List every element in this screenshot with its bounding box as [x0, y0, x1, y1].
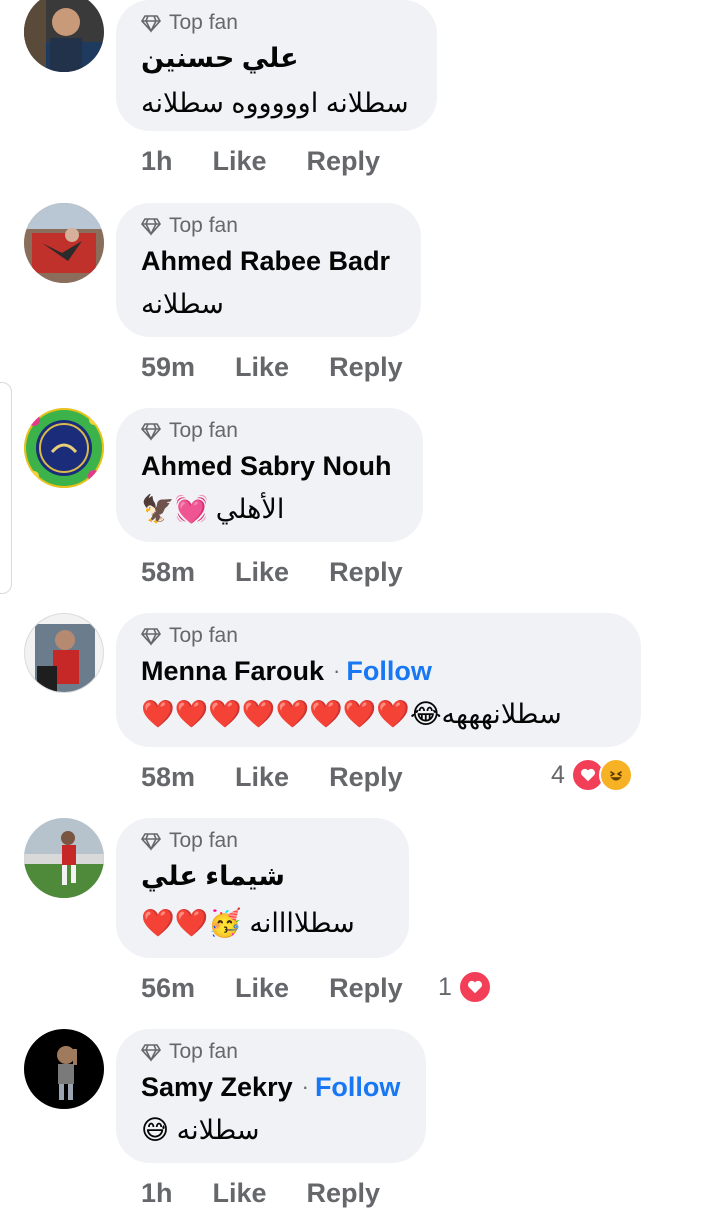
reaction-summary[interactable]: 4	[551, 758, 633, 792]
comment-bubble: Top fan شيماء علي سطلاااانه 🥳❤️❤️	[116, 818, 409, 958]
reply-button[interactable]: Reply	[307, 1178, 381, 1209]
comment-text: سطلانه 😅	[141, 1114, 260, 1145]
follow-button[interactable]: Follow	[346, 656, 431, 687]
commenter-name[interactable]: Menna Farouk	[141, 656, 324, 687]
top-fan-label: Top fan	[169, 419, 238, 442]
comment-bubble: Top fan Samy Zekry · Follow سطلانه 😅	[116, 1029, 426, 1163]
top-fan-label: Top fan	[169, 1040, 238, 1063]
comment-bubble: Top fan Ahmed Rabee Badr سطلانه	[116, 203, 421, 337]
top-fan-badge: Top fan	[141, 213, 395, 239]
love-reaction-icon	[457, 970, 492, 1004]
comment-time: 58m	[141, 761, 196, 792]
like-button[interactable]: Like	[235, 557, 289, 588]
top-fan-label: Top fan	[169, 11, 238, 34]
commenter-name[interactable]: Ahmed Sabry Nouh	[141, 451, 392, 482]
like-button[interactable]: Like	[213, 146, 267, 177]
diamond-icon	[141, 15, 161, 33]
avatar[interactable]	[24, 1029, 104, 1109]
reaction-summary[interactable]: 1	[438, 970, 492, 1004]
comment-text: الأهلي 💓🦅	[141, 494, 285, 524]
top-fan-label: Top fan	[169, 214, 238, 237]
diamond-icon	[141, 423, 161, 441]
reply-button[interactable]: Reply	[329, 352, 403, 383]
top-fan-badge: Top fan	[141, 1039, 400, 1065]
comment-text: سطلانه	[141, 288, 224, 319]
top-fan-badge: Top fan	[141, 10, 411, 36]
diamond-icon	[141, 833, 161, 851]
comment-time: 56m	[141, 972, 196, 1003]
comment-time: 58m	[141, 556, 196, 587]
reaction-count: 4	[551, 760, 565, 789]
side-panel-edge	[0, 382, 12, 594]
comment-text: سطلاااانه 🥳❤️❤️	[141, 908, 355, 938]
follow-button[interactable]: Follow	[315, 1072, 400, 1103]
top-fan-label: Top fan	[169, 624, 238, 647]
top-fan-badge: Top fan	[141, 828, 383, 854]
reply-button[interactable]: Reply	[329, 762, 403, 793]
avatar[interactable]	[24, 408, 104, 488]
comment-time: 1h	[141, 145, 173, 176]
diamond-icon	[141, 628, 161, 646]
avatar[interactable]	[24, 0, 104, 72]
top-fan-badge: Top fan	[141, 623, 615, 649]
comment-bubble: Top fan علي حسنين سطلانه اوووووه سطلانه	[116, 0, 437, 131]
commenter-name[interactable]: Ahmed Rabee Badr	[141, 246, 390, 277]
like-button[interactable]: Like	[235, 352, 289, 383]
diamond-icon	[141, 218, 161, 236]
comment-bubble: Top fan Menna Farouk · Follow سطلانهههه😂…	[116, 613, 641, 747]
avatar[interactable]	[24, 818, 104, 898]
reply-button[interactable]: Reply	[329, 557, 403, 588]
comment-time: 59m	[141, 351, 196, 382]
commenter-name[interactable]: Samy Zekry	[141, 1072, 293, 1103]
like-button[interactable]: Like	[213, 1178, 267, 1209]
top-fan-label: Top fan	[169, 829, 238, 852]
like-button[interactable]: Like	[235, 762, 289, 793]
reply-button[interactable]: Reply	[329, 973, 403, 1004]
separator-dot: ·	[301, 1074, 309, 1099]
top-fan-badge: Top fan	[141, 418, 397, 444]
comment-time: 1h	[141, 1177, 173, 1208]
reaction-count: 1	[438, 972, 452, 1001]
comment-text: سطلانهههه😂❤️❤️❤️❤️❤️❤️❤️❤️	[141, 699, 562, 729]
haha-reaction-icon	[598, 758, 633, 792]
comment-bubble: Top fan Ahmed Sabry Nouh الأهلي 💓🦅	[116, 408, 423, 542]
separator-dot: ·	[333, 658, 341, 683]
commenter-name[interactable]: علي حسنين	[141, 43, 299, 74]
avatar[interactable]	[24, 203, 104, 283]
comment-text: سطلانه اوووووه سطلانه	[141, 87, 409, 118]
avatar[interactable]	[24, 613, 104, 693]
diamond-icon	[141, 1044, 161, 1062]
commenter-name[interactable]: شيماء علي	[141, 861, 285, 892]
like-button[interactable]: Like	[235, 973, 289, 1004]
reply-button[interactable]: Reply	[307, 146, 381, 177]
